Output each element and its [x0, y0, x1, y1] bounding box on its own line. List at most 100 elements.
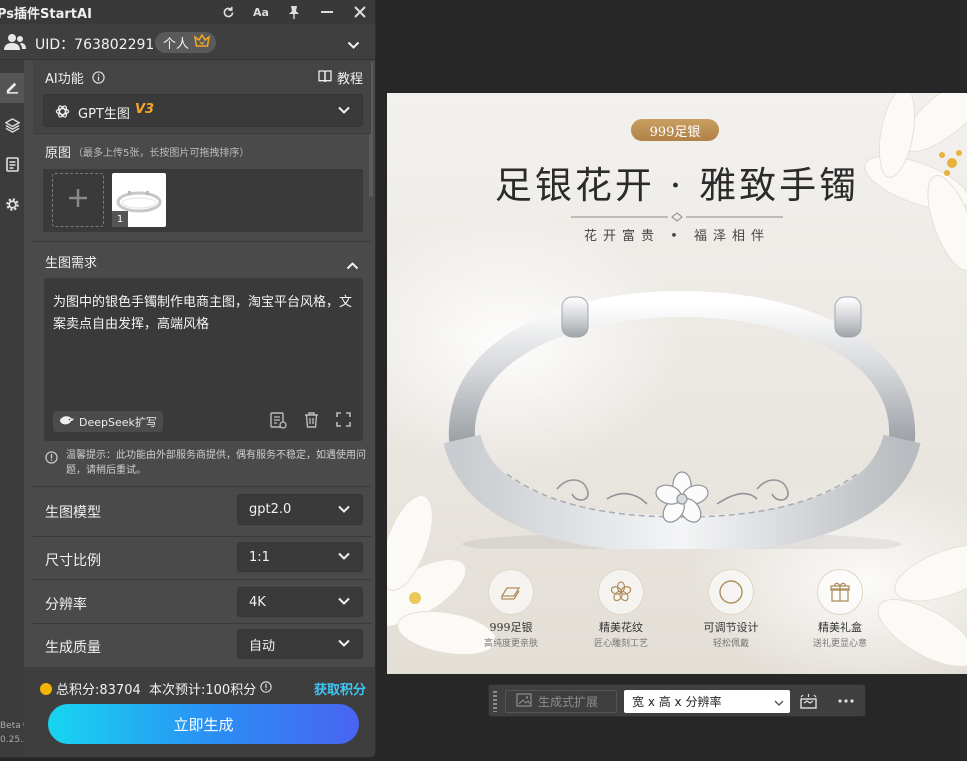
- chevron-down-icon: [338, 637, 350, 652]
- quality-value: 自动: [249, 638, 276, 654]
- setting-row-resolution: 分辨率 4K: [33, 580, 371, 623]
- panel-titlebar: Ps插件StartAI Aa: [0, 0, 375, 24]
- feature-title: 可调节设计: [703, 621, 759, 634]
- feature-item: 999足银 高纯度更亲肤: [463, 569, 559, 649]
- uid-text: UID：763802291: [35, 37, 155, 53]
- thumb-index: 1: [112, 211, 128, 227]
- crop-image-icon[interactable]: [798, 692, 818, 710]
- points-info-icon[interactable]: [260, 680, 272, 697]
- prompt-textarea[interactable]: 为图中的银色手镯制作电商主图，淘宝平台风格，文案卖点自由发挥，高端风格 Deep…: [44, 278, 363, 441]
- deepseek-expand-label: DeepSeek扩写: [79, 415, 157, 429]
- trash-icon[interactable]: [304, 412, 319, 433]
- upload-area: 1: [43, 169, 363, 232]
- get-points-link[interactable]: 获取积分: [314, 679, 366, 698]
- size-resolution-select[interactable]: 宽 x 高 x 分辨率: [624, 690, 790, 713]
- size-resolution-value: 宽 x 高 x 分辨率: [632, 695, 722, 709]
- nav-layers[interactable]: [0, 112, 24, 142]
- setting-label-resolution: 分辨率: [45, 597, 87, 613]
- setting-label-aspect: 尺寸比例: [45, 553, 101, 569]
- feature-title: 精美礼盒: [818, 621, 862, 634]
- feature-desc: 轻松佩戴: [712, 639, 749, 649]
- drag-handle[interactable]: [493, 691, 497, 712]
- nav-edit[interactable]: [0, 73, 24, 103]
- chevron-down-icon: [338, 103, 350, 118]
- generate-button[interactable]: 立即生成: [48, 704, 359, 744]
- aspect-ratio-select[interactable]: 1:1: [237, 542, 363, 572]
- feature-item: 可调节设计 轻松佩戴: [683, 569, 779, 649]
- account-type-label: 个人: [163, 37, 190, 52]
- divider: [33, 241, 371, 242]
- quality-select[interactable]: 自动: [237, 629, 363, 659]
- user-expand-chevron-icon[interactable]: [347, 35, 360, 54]
- silver-bar-icon: [488, 569, 534, 615]
- fullscreen-icon[interactable]: [336, 412, 351, 433]
- close-icon[interactable]: [352, 4, 368, 20]
- openai-icon: [55, 104, 70, 123]
- panel-title: Ps插件StartAI: [0, 7, 92, 22]
- aspect-ratio-value: 1:1: [249, 549, 270, 565]
- user-bar: UID：763802291 个人: [0, 24, 375, 60]
- ai-feature-section: AI功能 教程 GPT生图 V3: [33, 60, 371, 133]
- document-icon: [5, 156, 19, 176]
- tutorial-label: 教程: [336, 72, 363, 87]
- setting-row-model: 生图模型 gpt2.0: [33, 487, 371, 530]
- plugin-panel: Ps插件StartAI Aa UID：763802291 个人 Beta 0.2…: [0, 0, 376, 758]
- users-icon: [4, 33, 26, 55]
- ring-icon: [708, 569, 754, 615]
- ai-model-version-badge: V3: [135, 102, 155, 117]
- source-image-label: 原图: [45, 146, 72, 161]
- generative-expand-icon: [516, 693, 532, 710]
- pure-silver-badge: 999足银: [631, 119, 719, 141]
- generative-expand-button[interactable]: 生成式扩展: [505, 690, 617, 713]
- collapse-chevron-up-icon[interactable]: [346, 255, 359, 274]
- tutorial-link[interactable]: 教程: [318, 68, 363, 87]
- minimize-icon[interactable]: [319, 4, 335, 20]
- feature-desc: 高纯度更亲肤: [483, 639, 538, 649]
- ai-model-select[interactable]: GPT生图 V3: [43, 94, 363, 127]
- ai-model-name: GPT生图: [78, 107, 130, 122]
- feature-item: 精美花纹 匠心雕刻工艺: [573, 569, 669, 649]
- flower-icon: [598, 569, 644, 615]
- contextual-task-bar: 生成式扩展 宽 x 高 x 分辨率: [488, 684, 866, 717]
- headline-ornament: [571, 212, 783, 222]
- more-options-icon[interactable]: [836, 692, 856, 710]
- uploaded-image-thumb[interactable]: 1: [112, 173, 166, 227]
- gear-icon: [5, 197, 20, 216]
- setting-row-quality: 生成质量 自动: [33, 624, 371, 667]
- font-size-icon[interactable]: Aa: [253, 4, 269, 20]
- side-nav: Beta 0.25.3: [0, 60, 29, 757]
- account-type-badge[interactable]: 个人: [155, 32, 217, 53]
- pin-icon[interactable]: [286, 4, 302, 20]
- add-image-button[interactable]: [52, 173, 104, 227]
- prompt-tools: [270, 412, 351, 433]
- feature-desc: 匠心雕刻工艺: [593, 639, 648, 649]
- nav-documents[interactable]: [0, 151, 24, 181]
- gift-icon: [817, 569, 863, 615]
- source-image-hint: （最多上传5张，长按图片可拖拽排序）: [73, 148, 250, 159]
- plus-icon: [67, 187, 89, 213]
- notice-text: 温馨提示：此功能由外部服务商提供，偶有服务不稳定，如遇使用问题，请稍后重试。: [66, 450, 366, 476]
- prompt-history-icon[interactable]: [270, 412, 287, 433]
- document-canvas[interactable]: 999足银 足银花开 · 雅致手镯 花开富贵 • 福泽相伴 999足银 高纯度更…: [387, 93, 967, 674]
- chevron-down-icon: [338, 550, 350, 565]
- feature-title: 精美花纹: [599, 621, 643, 634]
- model-version-select[interactable]: gpt2.0: [237, 494, 363, 525]
- silver-bangle-image: [443, 290, 921, 549]
- refresh-icon[interactable]: [220, 4, 236, 20]
- deepseek-expand-button[interactable]: DeepSeek扩写: [53, 411, 163, 432]
- points-info: 总积分:83704 本次预计:100积分: [40, 679, 272, 698]
- ai-feature-label: AI功能: [45, 72, 84, 87]
- feature-item: 精美礼盒 送礼更显心意: [792, 569, 888, 649]
- chevron-down-icon: [338, 595, 350, 610]
- requirement-label: 生图需求: [45, 256, 98, 271]
- coin-icon: [40, 682, 52, 695]
- chevron-down-icon: [774, 696, 784, 710]
- setting-row-aspect: 尺寸比例 1:1: [33, 537, 371, 580]
- resolution-select[interactable]: 4K: [237, 587, 363, 617]
- prompt-text[interactable]: 为图中的银色手镯制作电商主图，淘宝平台风格，文案卖点自由发挥，高端风格: [53, 292, 353, 336]
- product-headline: 足银花开 · 雅致手镯: [494, 164, 860, 207]
- setting-label-model: 生图模型: [45, 505, 101, 521]
- info-icon[interactable]: [92, 69, 105, 88]
- nav-settings[interactable]: [0, 191, 24, 221]
- generative-expand-label: 生成式扩展: [538, 695, 599, 709]
